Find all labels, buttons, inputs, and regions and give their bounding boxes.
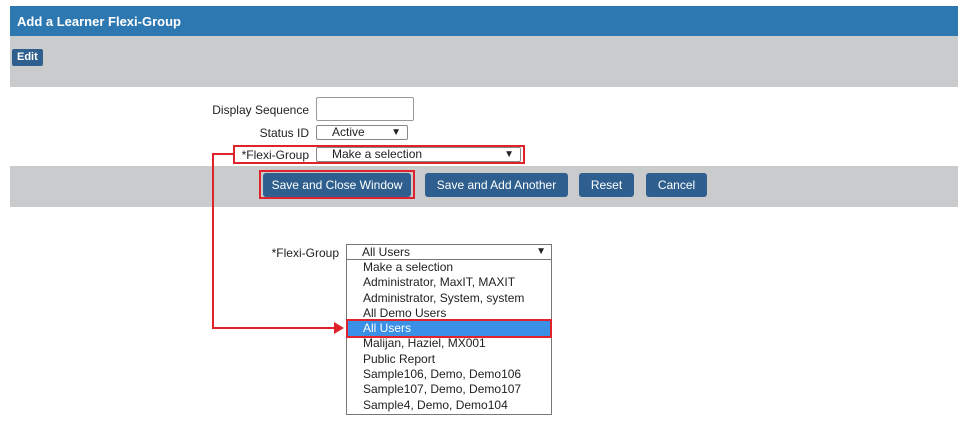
window-title-bar: Add a Learner Flexi-Group [10,6,958,36]
annotation-connector-vertical [212,153,214,328]
dropdown-option[interactable]: Sample4, Demo, Demo104 [347,398,551,413]
chevron-down-icon: ▼ [391,127,401,138]
arrow-right-icon [334,322,344,334]
flexi-group-dropdown-header[interactable]: All Users ▼ [347,245,551,260]
chevron-down-icon: ▼ [504,149,514,160]
flexi-group-value: Make a selection [332,147,423,161]
status-id-select[interactable]: Active ▼ [316,125,408,140]
dropdown-option[interactable]: Administrator, MaxIT, MAXIT [347,275,551,290]
flexi-group-example-label: *Flexi-Group [271,246,339,260]
annotation-connector-bottom [212,327,336,329]
status-id-label: Status ID [259,126,309,140]
toolbar: Edit [10,36,958,87]
flexi-group-select[interactable]: Make a selection ▼ [316,147,521,162]
edit-button[interactable]: Edit [12,49,43,66]
dropdown-option[interactable]: Sample107, Demo, Demo107 [347,382,551,397]
status-id-value: Active [332,125,365,139]
window-title: Add a Learner Flexi-Group [17,14,181,29]
dropdown-option[interactable]: Administrator, System, system [347,291,551,306]
reset-button[interactable]: Reset [579,173,634,197]
dropdown-option[interactable]: Make a selection [347,260,551,275]
dropdown-option[interactable]: Public Report [347,352,551,367]
dropdown-option[interactable]: Sample106, Demo, Demo106 [347,367,551,382]
cancel-button[interactable]: Cancel [646,173,707,197]
save-and-add-another-button[interactable]: Save and Add Another [425,173,568,197]
flexi-group-dropdown-selected: All Users [362,245,411,259]
all-users-highlight-box [346,319,552,338]
flexi-group-label: *Flexi-Group [241,148,309,162]
display-sequence-label: Display Sequence [212,103,309,117]
annotation-connector-top [212,153,234,155]
dropdown-option[interactable]: Malijan, Haziel, MX001 [347,336,551,351]
chevron-down-icon: ▼ [536,246,546,257]
save-and-close-button[interactable]: Save and Close Window [263,173,411,197]
display-sequence-input[interactable] [316,97,414,121]
